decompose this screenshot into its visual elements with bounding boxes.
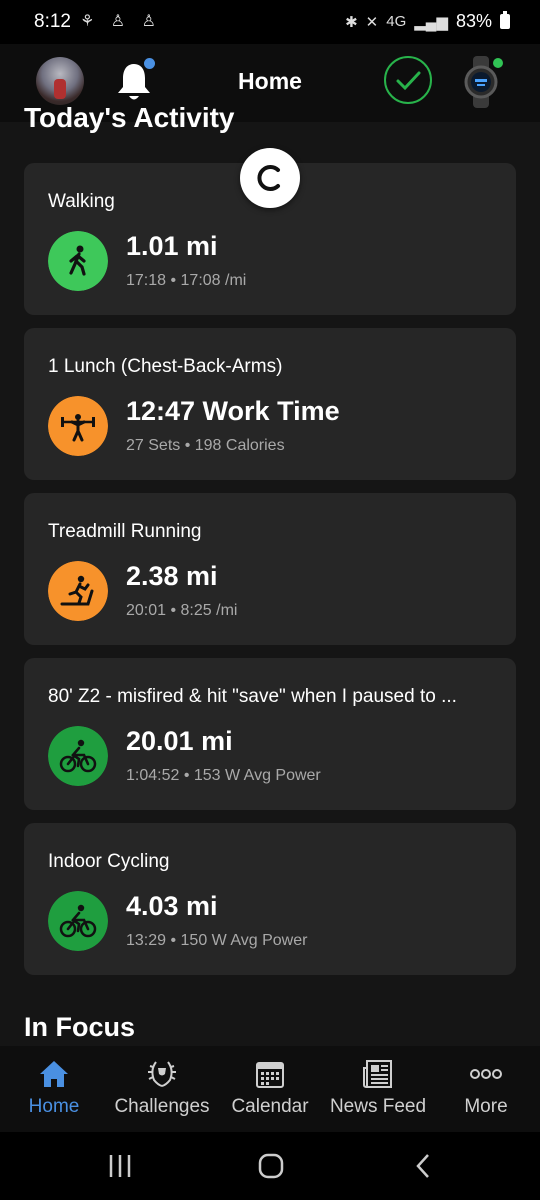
nav-label: More bbox=[464, 1096, 508, 1117]
activity-secondary-stats: 20:01 • 8:25 /mi bbox=[126, 602, 238, 619]
treadmill-icon bbox=[48, 561, 108, 621]
nav-challenges[interactable]: Challenges bbox=[108, 1046, 216, 1132]
sync-check-icon[interactable] bbox=[384, 56, 432, 104]
page-title: Home bbox=[238, 68, 302, 94]
section-title: Today's Activity bbox=[24, 102, 235, 133]
walking-icon bbox=[48, 231, 108, 291]
activity-card-strength[interactable]: 1 Lunch (Chest-Back-Arms) 12:47 Work Tim… bbox=[24, 328, 516, 480]
activity-card-treadmill[interactable]: Treadmill Running 2.38 mi 20:01 • 8:25 /… bbox=[24, 493, 516, 645]
device-connected-dot bbox=[493, 58, 503, 68]
activity-title: Treadmill Running bbox=[48, 521, 202, 542]
battery-icon bbox=[500, 11, 510, 29]
cycling-icon bbox=[48, 726, 108, 786]
activity-primary-stat: 12:47 Work Time bbox=[126, 396, 340, 426]
cycling-icon bbox=[48, 891, 108, 951]
battery-percent: 83% bbox=[455, 11, 492, 31]
recent-apps-icon[interactable] bbox=[106, 1152, 134, 1180]
back-icon[interactable] bbox=[410, 1152, 438, 1180]
calendar-icon bbox=[256, 1062, 284, 1088]
laurel-icon bbox=[148, 1061, 176, 1087]
more-icon bbox=[470, 1069, 502, 1079]
activity-primary-stat: 20.01 mi bbox=[126, 726, 233, 756]
activity-secondary-stats: 17:18 • 17:08 /mi bbox=[126, 272, 247, 289]
newspaper-icon bbox=[363, 1060, 392, 1088]
activity-card-cycling-z2[interactable]: 80' Z2 - misfired & hit "save" when I pa… bbox=[24, 658, 516, 810]
activity-primary-stat: 2.38 mi bbox=[126, 561, 218, 591]
bottom-nav: Home Challenges Calendar News Feed More bbox=[0, 1046, 540, 1132]
activity-secondary-stats: 1:04:52 • 153 W Avg Power bbox=[126, 767, 321, 784]
activity-title: 80' Z2 - misfired & hit "save" when I pa… bbox=[48, 686, 457, 707]
activity-primary-stat: 4.03 mi bbox=[126, 891, 218, 921]
signal-icon: ▂▄▆ bbox=[414, 13, 448, 31]
activity-title: 1 Lunch (Chest-Back-Arms) bbox=[48, 356, 283, 377]
refresh-icon bbox=[240, 148, 300, 208]
nav-home[interactable]: Home bbox=[0, 1046, 108, 1132]
strength-icon bbox=[48, 396, 108, 456]
status-time: 8:12 bbox=[34, 11, 71, 32]
status-bar: 8:12 ⚘ ♙ ♙ ✱ ✕ 4G ▂▄▆ 83% bbox=[0, 0, 540, 44]
status-right: ✱ ✕ 4G ▂▄▆ 83% bbox=[345, 11, 510, 32]
notification-icons: ⚘ ♙ ♙ bbox=[80, 13, 162, 30]
in-focus-title: In Focus bbox=[24, 1012, 136, 1042]
nav-news-feed[interactable]: News Feed bbox=[324, 1046, 432, 1132]
home-system-icon[interactable] bbox=[256, 1152, 286, 1180]
activity-title: Indoor Cycling bbox=[48, 851, 170, 872]
mute-icon: ✕ bbox=[365, 13, 379, 31]
system-nav-bar bbox=[0, 1132, 540, 1200]
bluetooth-icon: ✱ bbox=[345, 13, 358, 31]
nav-more[interactable]: More bbox=[432, 1046, 540, 1132]
home-icon bbox=[40, 1061, 68, 1087]
activity-secondary-stats: 13:29 • 150 W Avg Power bbox=[126, 932, 308, 949]
activity-card-indoor-cycling[interactable]: Indoor Cycling 4.03 mi 13:29 • 150 W Avg… bbox=[24, 823, 516, 975]
activity-secondary-stats: 27 Sets • 198 Calories bbox=[126, 437, 285, 454]
nav-calendar[interactable]: Calendar bbox=[216, 1046, 324, 1132]
activity-primary-stat: 1.01 mi bbox=[126, 231, 218, 261]
network-type: 4G bbox=[386, 13, 407, 30]
